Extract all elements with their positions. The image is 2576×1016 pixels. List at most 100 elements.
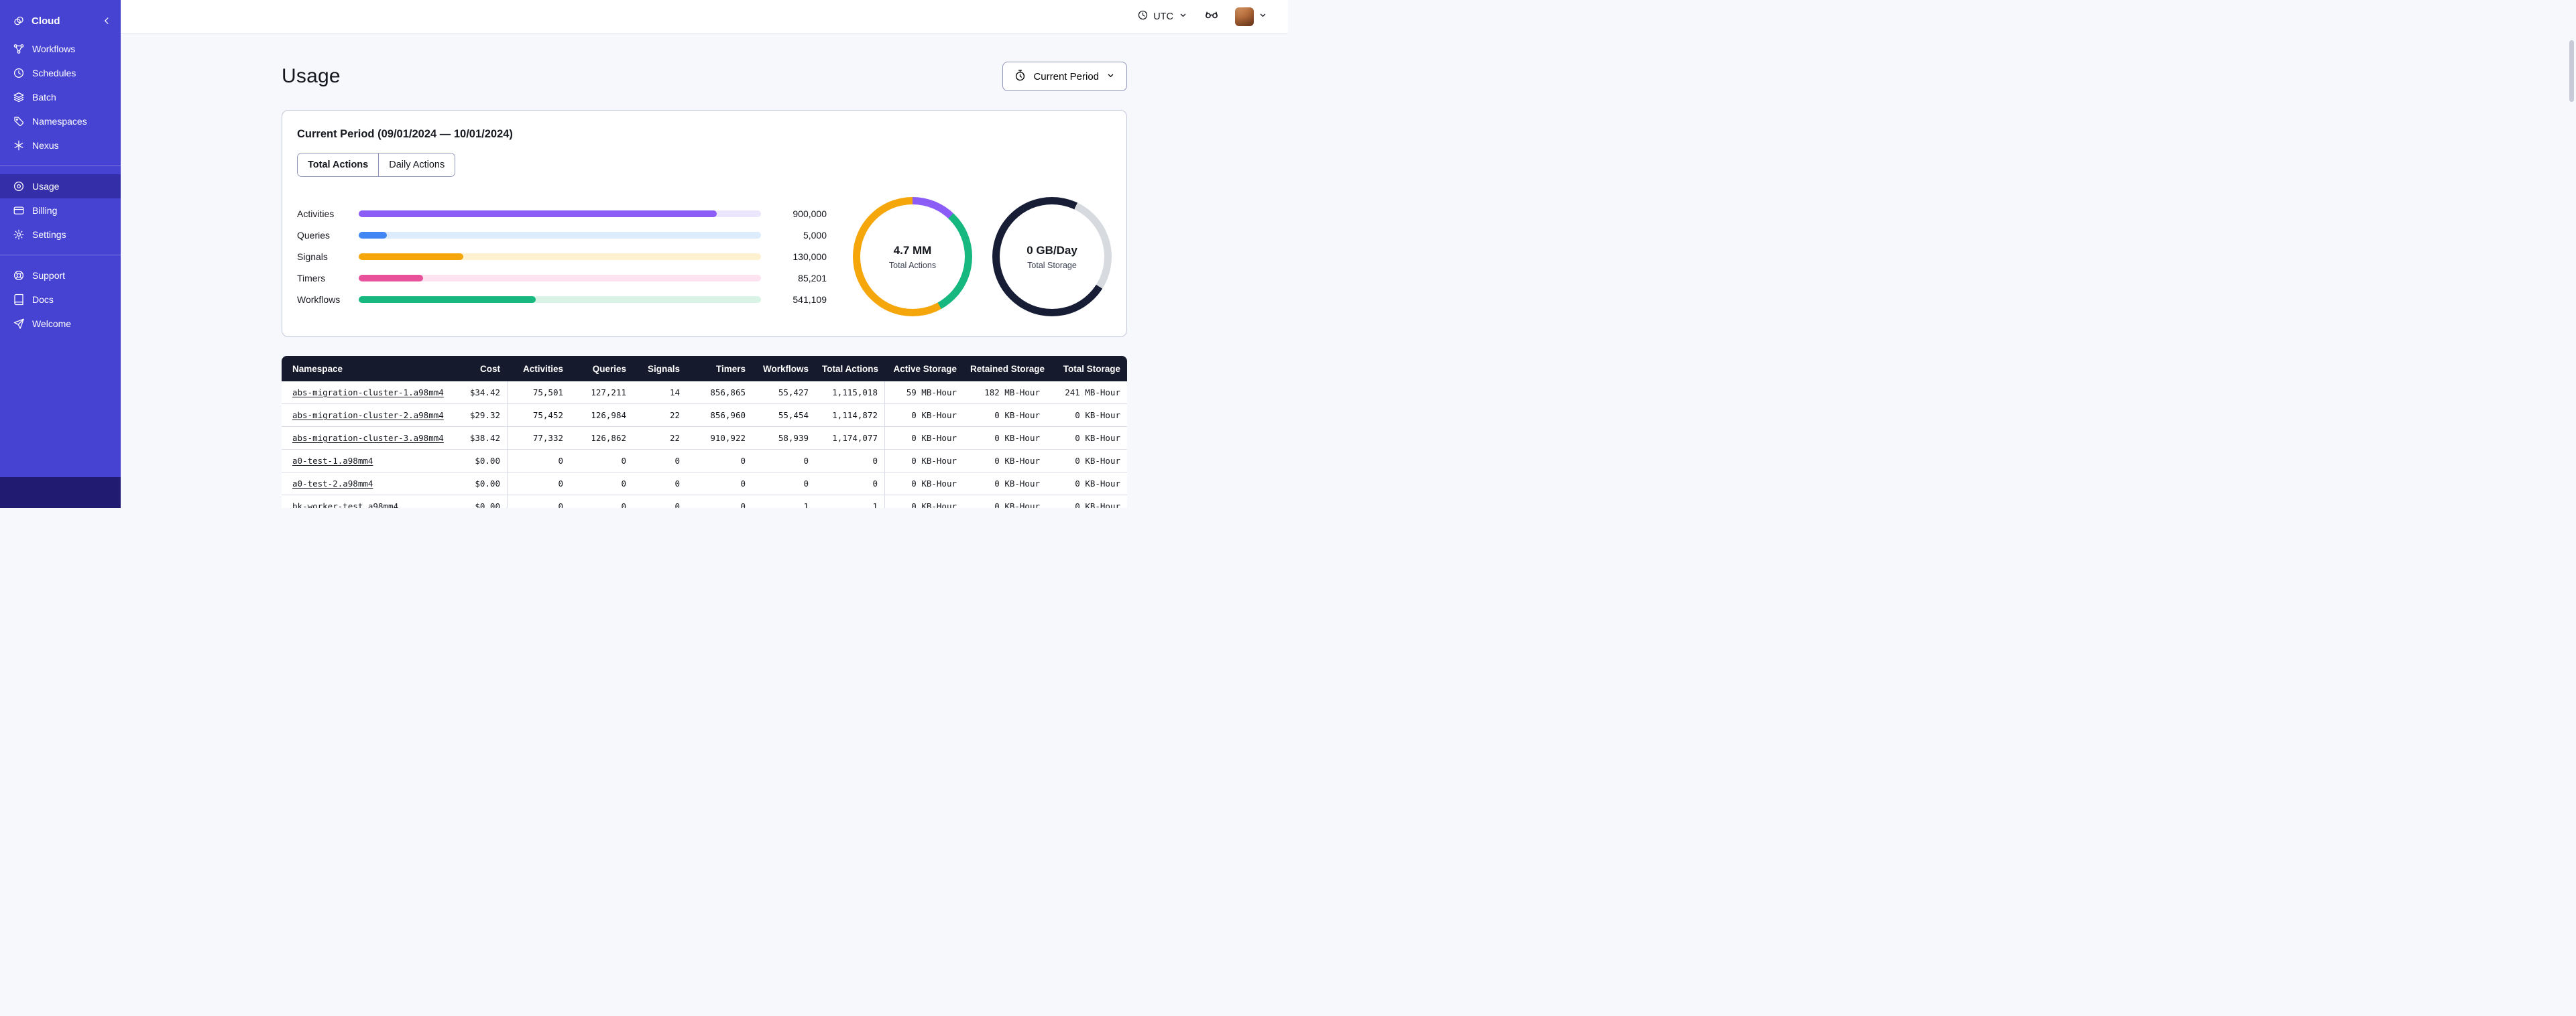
- table-cell: 0: [752, 450, 815, 472]
- bar-track: [359, 296, 761, 303]
- table-cell: 182 MB-Hour: [963, 381, 1047, 404]
- bar-track: [359, 232, 761, 239]
- table-cell: 1,115,018: [815, 381, 884, 404]
- table-cell: 0 KB-Hour: [1047, 427, 1127, 450]
- table-cell: 856,865: [687, 381, 752, 404]
- table-row: abs-migration-cluster-1.a98mm4 $34.42 75,5…: [282, 381, 1127, 404]
- sidebar-item-label: Batch: [32, 92, 56, 103]
- timezone-selector[interactable]: UTC: [1137, 9, 1188, 23]
- table-cell: 0: [507, 450, 570, 472]
- namespace-link[interactable]: abs-migration-cluster-1.a98mm4: [292, 387, 444, 397]
- table-cell: 0: [752, 472, 815, 495]
- usage-bar-row: Workflows 541,109: [297, 294, 827, 305]
- namespace-link[interactable]: abs-migration-cluster-3.a98mm4: [292, 433, 444, 443]
- sidebar-item-docs[interactable]: Docs: [0, 288, 121, 312]
- workflows-icon: [13, 43, 25, 55]
- table-row: a0-test-2.a98mm4 $0.00 0 0 0 0 0 0 0 KB-Hour 0 KB…: [282, 472, 1127, 495]
- sidebar-item-label: Settings: [32, 229, 66, 240]
- table-cell: 126,862: [570, 427, 633, 450]
- avatar: [1235, 7, 1254, 26]
- sidebar-nav-main: Workflows Schedules Batch Namespaces Nexus: [0, 34, 121, 161]
- table-cell: 0 KB-Hour: [1047, 495, 1127, 508]
- donut-label: Total Actions: [888, 260, 937, 270]
- table-cell: 0 KB-Hour: [1047, 404, 1127, 427]
- column-header: Retained Storage: [963, 356, 1047, 381]
- bar-fill: [359, 275, 423, 281]
- sidebar-item-batch[interactable]: Batch: [0, 85, 121, 109]
- sidebar-item-support[interactable]: Support: [0, 263, 121, 288]
- table-cell: 241 MB-Hour: [1047, 381, 1127, 404]
- table-cell: 0 KB-Hour: [963, 472, 1047, 495]
- table-cell: 1,114,872: [815, 404, 884, 427]
- sidebar-item-billing[interactable]: Billing: [0, 198, 121, 223]
- table-cell: 0 KB-Hour: [884, 404, 963, 427]
- table-cell: 1: [752, 495, 815, 508]
- table-cell: 59 MB-Hour: [884, 381, 963, 404]
- sidebar-item-nexus[interactable]: Nexus: [0, 133, 121, 157]
- sidebar-item-welcome[interactable]: Welcome: [0, 312, 121, 336]
- table-cell: 0 KB-Hour: [963, 495, 1047, 508]
- table-cell: 1,174,077: [815, 427, 884, 450]
- table-cell: 0: [687, 495, 752, 508]
- namespace-cell: a0-test-2.a98mm4: [282, 472, 449, 495]
- namespace-link[interactable]: bk-worker-test.a98mm4: [292, 501, 398, 508]
- table-cell: 0 KB-Hour: [884, 495, 963, 508]
- sidebar-item-schedules[interactable]: Schedules: [0, 61, 121, 85]
- actions-tabs: Total Actions Daily Actions: [297, 153, 456, 177]
- namespace-link[interactable]: a0-test-1.a98mm4: [292, 456, 373, 466]
- table-cell: 0 KB-Hour: [884, 450, 963, 472]
- usage-bar-row: Queries 5,000: [297, 230, 827, 241]
- period-selector[interactable]: Current Period: [1002, 62, 1127, 91]
- table-cell: 0: [633, 495, 687, 508]
- sidebar-item-label: Schedules: [32, 68, 76, 78]
- table-cell: 0: [815, 450, 884, 472]
- table-cell: 0 KB-Hour: [884, 472, 963, 495]
- donut-center: 4.7 MM Total Actions: [853, 197, 972, 316]
- welcome-icon: [13, 318, 25, 330]
- stopwatch-icon: [1014, 69, 1027, 84]
- table-cell: 0: [633, 472, 687, 495]
- namespace-cell: abs-migration-cluster-1.a98mm4: [282, 381, 449, 404]
- table-cell: 126,984: [570, 404, 633, 427]
- scrollbar-thumb[interactable]: [2569, 40, 2574, 102]
- sidebar-item-settings[interactable]: Settings: [0, 223, 121, 247]
- goggles-icon: [1204, 7, 1219, 25]
- chevron-down-icon: [1178, 10, 1188, 23]
- tab-daily-actions[interactable]: Daily Actions: [378, 153, 455, 176]
- goggles-button[interactable]: [1204, 7, 1219, 25]
- main-area: UTC Usage Current Period Current Period …: [121, 0, 1288, 508]
- settings-icon: [13, 229, 25, 241]
- table-cell: 14: [633, 381, 687, 404]
- table-cell: $34.42: [449, 381, 507, 404]
- namespace-link[interactable]: a0-test-2.a98mm4: [292, 479, 373, 489]
- table-cell: 0: [507, 495, 570, 508]
- namespace-link[interactable]: abs-migration-cluster-2.a98mm4: [292, 410, 444, 420]
- usage-donuts: 4.7 MM Total Actions 0 GB/Day Total Stor…: [853, 197, 1112, 316]
- docs-icon: [13, 294, 25, 306]
- table-cell: 0: [815, 472, 884, 495]
- namespace-cell: abs-migration-cluster-3.a98mm4: [282, 427, 449, 450]
- sidebar-footer-block: [0, 477, 121, 508]
- namespaces-icon: [13, 115, 25, 127]
- namespace-usage-table: Namespace Cost Activities Queries Signals Tim…: [282, 356, 1127, 508]
- column-header: Activities: [507, 356, 570, 381]
- tab-total-actions[interactable]: Total Actions: [298, 153, 379, 176]
- table-cell: 55,427: [752, 381, 815, 404]
- sidebar-item-workflows[interactable]: Workflows: [0, 37, 121, 61]
- sidebar-item-namespaces[interactable]: Namespaces: [0, 109, 121, 133]
- donut-label: Total Storage: [1027, 260, 1077, 270]
- bar-label: Workflows: [297, 294, 341, 305]
- column-header: Namespace: [282, 356, 449, 381]
- sidebar-item-label: Nexus: [32, 140, 59, 151]
- sidebar-item-usage[interactable]: Usage: [0, 174, 121, 198]
- bar-fill: [359, 253, 463, 260]
- user-menu[interactable]: [1235, 7, 1268, 26]
- table-cell: 127,211: [570, 381, 633, 404]
- table-cell: $0.00: [449, 472, 507, 495]
- current-period-card: Current Period (09/01/2024 — 10/01/2024)…: [282, 110, 1127, 337]
- donut-center: 0 GB/Day Total Storage: [992, 197, 1112, 316]
- sidebar-item-label: Usage: [32, 181, 60, 192]
- usage-bar-row: Timers 85,201: [297, 273, 827, 283]
- usage-charts: Activities 900,000 Queries 5,000 Signals 130,…: [297, 197, 1112, 316]
- sidebar-collapse-button[interactable]: [101, 15, 113, 27]
